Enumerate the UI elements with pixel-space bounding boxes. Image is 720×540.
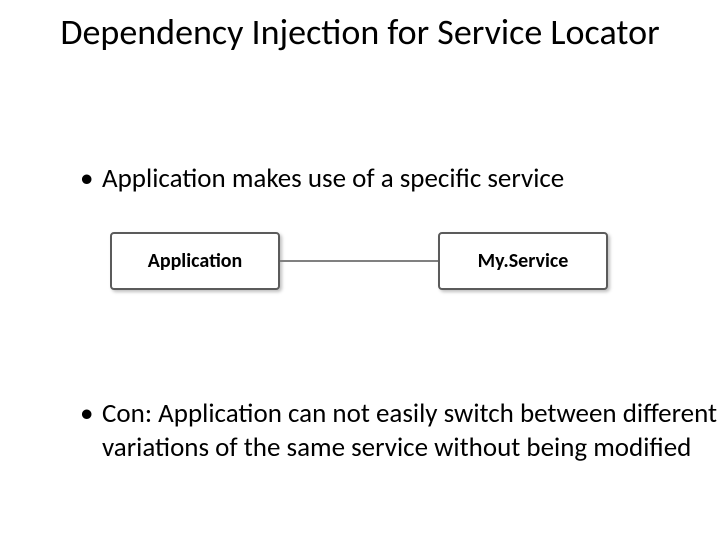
- diagram: Application My.Service: [110, 210, 610, 320]
- diagram-node-label: My.Service: [478, 249, 569, 273]
- diagram-node-label: Application: [148, 249, 243, 273]
- bullet-1: Application makes use of a specific serv…: [80, 162, 720, 196]
- diagram-connector: [280, 260, 438, 262]
- diagram-node-application: Application: [110, 232, 280, 290]
- bullet-list-2: Con: Application can not easily switch b…: [40, 397, 720, 465]
- slide-title: Dependency Injection for Service Locator: [0, 12, 720, 53]
- bullet-2: Con: Application can not easily switch b…: [80, 397, 720, 465]
- bullet-list-1: Application makes use of a specific serv…: [40, 162, 720, 196]
- diagram-node-service: My.Service: [438, 232, 608, 290]
- slide: Dependency Injection for Service Locator…: [0, 0, 720, 540]
